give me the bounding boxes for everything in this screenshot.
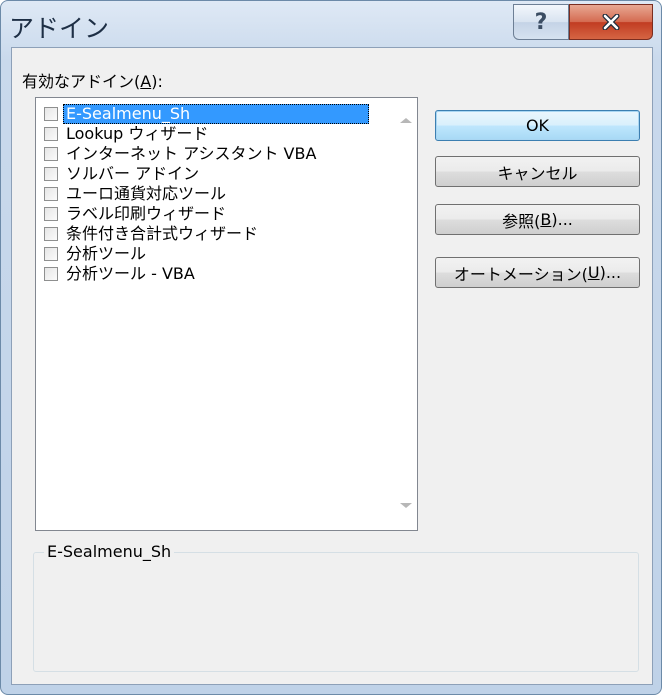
addin-checkbox[interactable] xyxy=(44,147,58,161)
addin-checkbox[interactable] xyxy=(44,127,58,141)
addin-label: E-Sealmenu_Sh xyxy=(63,104,369,124)
addin-item[interactable]: 条件付き合計式ウィザード xyxy=(36,224,396,244)
addin-checkbox[interactable] xyxy=(44,267,58,281)
list-scrollbar[interactable] xyxy=(395,98,417,530)
addin-checkbox[interactable] xyxy=(44,107,58,121)
addin-item[interactable]: インターネット アシスタント VBA xyxy=(36,144,396,164)
addin-item[interactable]: ユーロ通貨対応ツール xyxy=(36,184,396,204)
addin-label: Lookup ウィザード xyxy=(66,124,209,143)
addin-item[interactable]: ラベル印刷ウィザード xyxy=(36,204,396,224)
addin-label: インターネット アシスタント VBA xyxy=(66,144,317,163)
dialog-title: アドイン xyxy=(9,14,110,43)
addin-item[interactable]: 分析ツール - VBA xyxy=(36,264,396,284)
ok-button[interactable]: OK xyxy=(435,110,640,141)
addin-description-group: E-Sealmenu_Sh xyxy=(33,542,639,672)
addin-label: 分析ツール - VBA xyxy=(66,264,195,283)
description-title: E-Sealmenu_Sh xyxy=(44,542,175,561)
addin-checkbox[interactable] xyxy=(44,167,58,181)
help-button[interactable]: ? xyxy=(513,4,569,40)
addins-list-label: 有効なアドイン(A): xyxy=(22,72,163,91)
close-button[interactable] xyxy=(569,4,653,40)
addin-label: 分析ツール xyxy=(66,244,147,263)
addin-checkbox[interactable] xyxy=(44,247,58,261)
addin-item[interactable]: E-Sealmenu_Sh xyxy=(36,104,396,124)
addin-label: ユーロ通貨対応ツール xyxy=(66,184,227,203)
close-icon xyxy=(602,14,620,30)
scroll-up-arrow-icon[interactable] xyxy=(400,118,412,123)
addins-list: E-Sealmenu_Sh Lookup ウィザード インターネット アシスタン… xyxy=(36,104,396,284)
addin-checkbox[interactable] xyxy=(44,227,58,241)
addin-label: 条件付き合計式ウィザード xyxy=(66,224,259,243)
addin-item[interactable]: Lookup ウィザード xyxy=(36,124,396,144)
addin-checkbox[interactable] xyxy=(44,187,58,201)
addin-checkbox[interactable] xyxy=(44,207,58,221)
cancel-button[interactable]: キャンセル xyxy=(435,156,640,187)
help-icon: ? xyxy=(534,9,548,35)
addin-label: ラベル印刷ウィザード xyxy=(66,204,227,223)
addin-item[interactable]: 分析ツール xyxy=(36,244,396,264)
addins-listbox[interactable]: E-Sealmenu_Sh Lookup ウィザード インターネット アシスタン… xyxy=(35,97,418,531)
automation-button[interactable]: オートメーション(U)... xyxy=(435,257,640,288)
addin-label: ソルバー アドイン xyxy=(66,164,200,183)
browse-button[interactable]: 参照(B)... xyxy=(435,204,640,235)
scroll-down-arrow-icon[interactable] xyxy=(400,503,412,508)
addin-item[interactable]: ソルバー アドイン xyxy=(36,164,396,184)
